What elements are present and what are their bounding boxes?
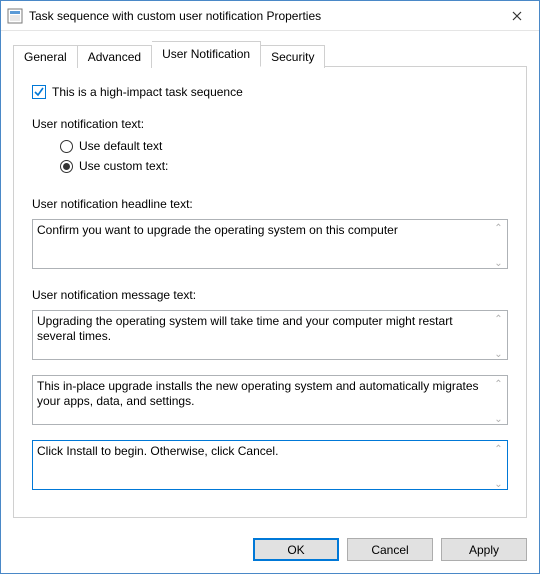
message1-textarea[interactable]: [32, 310, 508, 360]
tab-panel: This is a high-impact task sequence User…: [13, 66, 527, 518]
dialog-button-row: OK Cancel Apply: [1, 528, 539, 573]
window-title: Task sequence with custom user notificat…: [29, 9, 494, 23]
notification-text-label: User notification text:: [32, 117, 508, 131]
message-label: User notification message text:: [32, 288, 508, 302]
ok-button[interactable]: OK: [253, 538, 339, 561]
radio-custom-label: Use custom text:: [79, 159, 168, 173]
radio-default-label: Use default text: [79, 139, 162, 153]
radio-custom-row: Use custom text:: [60, 159, 508, 173]
close-button[interactable]: [494, 1, 539, 30]
cancel-button[interactable]: Cancel: [347, 538, 433, 561]
apply-button[interactable]: Apply: [441, 538, 527, 561]
headline-label: User notification headline text:: [32, 197, 508, 211]
tab-security[interactable]: Security: [261, 45, 325, 68]
radio-default-row: Use default text: [60, 139, 508, 153]
message2-field-wrap: ⌃ ⌄: [32, 375, 508, 428]
high-impact-checkbox[interactable]: [32, 85, 46, 99]
high-impact-label: This is a high-impact task sequence: [52, 85, 243, 99]
headline-field-wrap: ⌃ ⌄: [32, 219, 508, 272]
high-impact-row: This is a high-impact task sequence: [32, 85, 508, 99]
tab-advanced[interactable]: Advanced: [78, 45, 152, 68]
radio-default[interactable]: [60, 140, 73, 153]
app-icon: [7, 8, 23, 24]
dialog-window: Task sequence with custom user notificat…: [0, 0, 540, 574]
tab-general[interactable]: General: [13, 45, 78, 68]
message3-field-wrap: ⌃ ⌄: [32, 440, 508, 493]
headline-textarea[interactable]: [32, 219, 508, 269]
message1-field-wrap: ⌃ ⌄: [32, 310, 508, 363]
tab-strip: General Advanced User Notification Secur…: [13, 41, 527, 67]
tab-user-notification[interactable]: User Notification: [152, 41, 261, 67]
radio-custom[interactable]: [60, 160, 73, 173]
message2-textarea[interactable]: [32, 375, 508, 425]
client-area: General Advanced User Notification Secur…: [1, 31, 539, 528]
radio-group: Use default text Use custom text:: [60, 139, 508, 179]
titlebar: Task sequence with custom user notificat…: [1, 1, 539, 31]
message3-textarea[interactable]: [32, 440, 508, 490]
